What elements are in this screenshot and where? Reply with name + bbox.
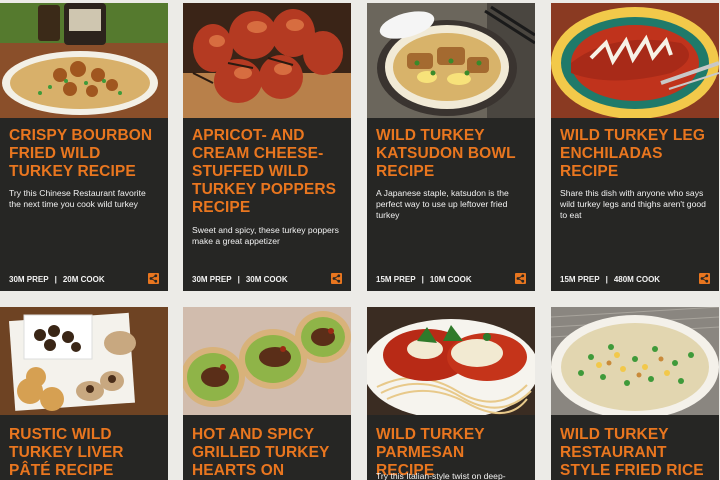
recipe-times: 30M PREP | 20M COOK bbox=[9, 275, 105, 284]
recipe-card-liver-pate[interactable]: Rustic Wild Turkey Liver Pâté Recipe bbox=[0, 307, 168, 480]
cook-time: 10M COOK bbox=[429, 275, 472, 284]
recipe-title[interactable]: Wild Turkey Restaurant Style Fried Rice … bbox=[560, 426, 711, 480]
katsudon-bowl-photo[interactable] bbox=[367, 3, 535, 118]
recipe-card-katsudon-bowl[interactable]: Wild Turkey Katsudon Bowl Recipe A Japan… bbox=[367, 3, 535, 291]
turkey-parmesan-photo[interactable] bbox=[367, 307, 535, 415]
recipe-title[interactable]: Wild Turkey Katsudon Bowl Recipe bbox=[376, 127, 527, 181]
enchiladas-photo[interactable] bbox=[551, 3, 719, 118]
recipe-times: 15M PREP | 10M COOK bbox=[376, 275, 472, 284]
recipe-card-turkey-hearts[interactable]: Hot and Spicy Grilled Turkey Hearts on bbox=[183, 307, 351, 480]
separator: | bbox=[54, 275, 57, 284]
separator: | bbox=[605, 275, 608, 284]
separator: | bbox=[237, 275, 240, 284]
recipe-title[interactable]: Rustic Wild Turkey Liver Pâté Recipe bbox=[9, 426, 160, 480]
liver-pate-photo[interactable] bbox=[0, 307, 168, 415]
recipe-title[interactable]: Crispy Bourbon Fried Wild Turkey Recipe bbox=[9, 127, 160, 181]
recipe-times: 30M PREP | 30M COOK bbox=[192, 275, 288, 284]
recipe-card-enchiladas[interactable]: Wild Turkey Leg Enchiladas Recipe Share … bbox=[551, 3, 719, 291]
turkey-poppers-photo[interactable] bbox=[183, 3, 351, 118]
prep-time: 15M PREP bbox=[376, 275, 416, 284]
share-icon[interactable] bbox=[515, 273, 526, 284]
recipe-card-bourbon-fried-turkey[interactable]: Crispy Bourbon Fried Wild Turkey Recipe … bbox=[0, 3, 168, 291]
recipe-title[interactable]: Hot and Spicy Grilled Turkey Hearts on bbox=[192, 426, 343, 480]
recipe-card-turkey-parmesan[interactable]: Wild Turkey Parmesan Recipe Try this Ita… bbox=[367, 307, 535, 480]
recipe-card-turkey-poppers[interactable]: Apricot- and Cream Cheese-Stuffed Wild T… bbox=[183, 3, 351, 291]
prep-time: 30M PREP bbox=[192, 275, 232, 284]
cook-time: 20M COOK bbox=[62, 275, 105, 284]
separator: | bbox=[421, 275, 424, 284]
recipe-description: Share this dish with anyone who says wil… bbox=[560, 188, 706, 220]
share-icon[interactable] bbox=[331, 273, 342, 284]
fried-rice-photo[interactable] bbox=[551, 307, 719, 415]
recipe-title[interactable]: Apricot- and Cream Cheese-Stuffed Wild T… bbox=[192, 127, 343, 217]
recipe-times: 15M PREP | 480M COOK bbox=[560, 275, 660, 284]
recipe-description: Sweet and spicy, these turkey poppers ma… bbox=[192, 225, 339, 246]
prep-time: 30M PREP bbox=[9, 275, 49, 284]
bourbon-fried-turkey-photo[interactable] bbox=[0, 3, 168, 118]
share-icon[interactable] bbox=[699, 273, 710, 284]
prep-time: 15M PREP bbox=[560, 275, 600, 284]
recipe-description: A Japanese staple, katsudon is the perfe… bbox=[376, 188, 509, 220]
turkey-hearts-photo[interactable] bbox=[183, 307, 351, 415]
recipe-description: Try this Chinese Restaurant favorite the… bbox=[9, 188, 146, 209]
cook-time: 30M COOK bbox=[245, 275, 288, 284]
share-icon[interactable] bbox=[148, 273, 159, 284]
recipe-card-fried-rice[interactable]: Wild Turkey Restaurant Style Fried Rice … bbox=[551, 307, 719, 480]
recipe-title[interactable]: Wild Turkey Leg Enchiladas Recipe bbox=[560, 127, 711, 181]
cook-time: 480M COOK bbox=[613, 275, 661, 284]
recipe-description: Try this Italian-style twist on deep- bbox=[376, 471, 506, 480]
